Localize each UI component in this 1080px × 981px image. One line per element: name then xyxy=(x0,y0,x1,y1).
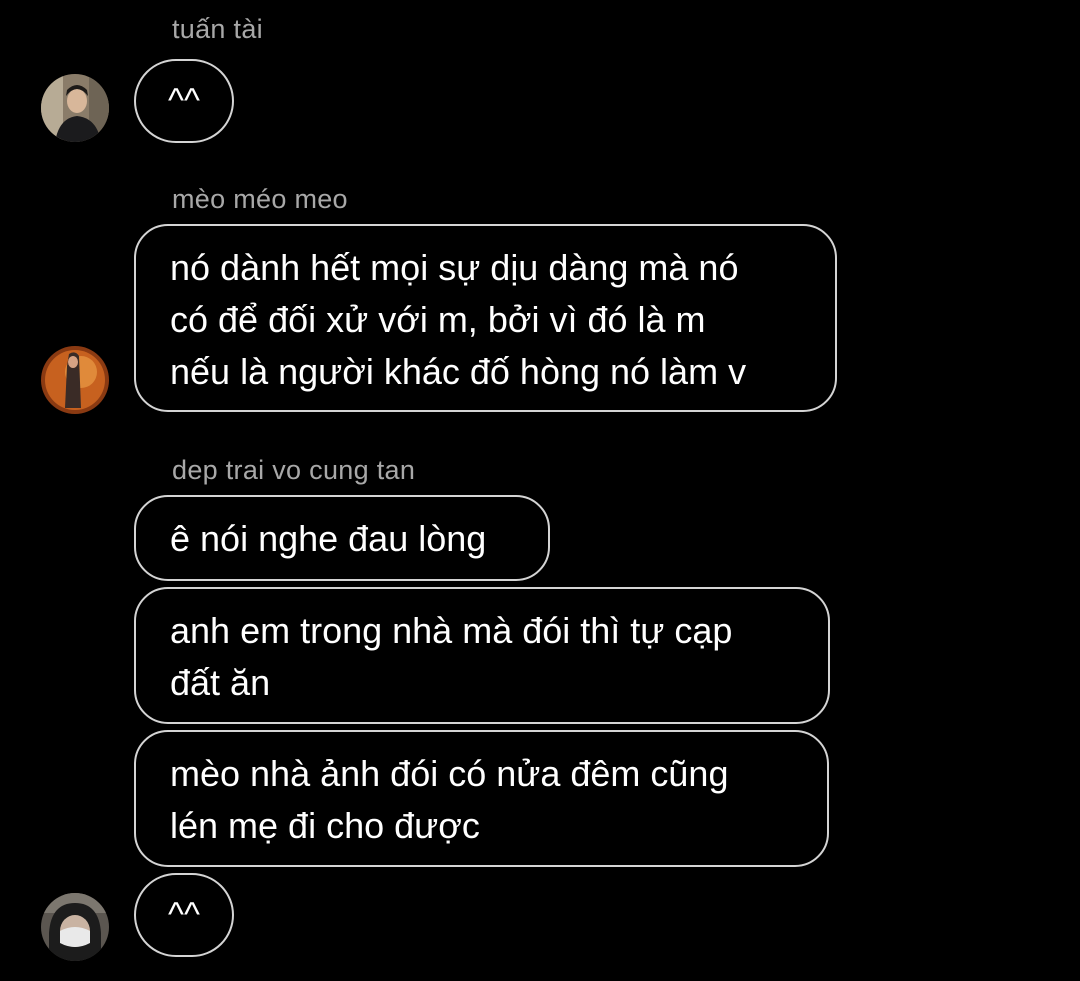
avatar[interactable] xyxy=(41,893,109,961)
message-bubble[interactable]: ê nói nghe đau lòng xyxy=(134,495,550,581)
user-avatar-icon xyxy=(41,74,109,142)
message-bubble[interactable]: mèo nhà ảnh đói có nửa đêm cũng lén mẹ đ… xyxy=(134,730,829,867)
message-bubble[interactable]: ^^ xyxy=(134,59,234,143)
sender-name: mèo méo meo xyxy=(172,184,348,214)
message-bubble[interactable]: anh em trong nhà mà đói thì tự cạp đất ă… xyxy=(134,587,830,724)
sender-name: tuấn tài xyxy=(172,14,263,44)
user-avatar-icon xyxy=(41,893,109,961)
avatar[interactable] xyxy=(41,346,109,414)
message-bubble[interactable]: nó dành hết mọi sự dịu dàng mà nó có để … xyxy=(134,224,837,412)
sender-name: dep trai vo cung tan xyxy=(172,455,416,485)
avatar[interactable] xyxy=(41,74,109,142)
message-bubble[interactable]: ^^ xyxy=(134,873,234,957)
user-avatar-icon xyxy=(41,346,109,414)
